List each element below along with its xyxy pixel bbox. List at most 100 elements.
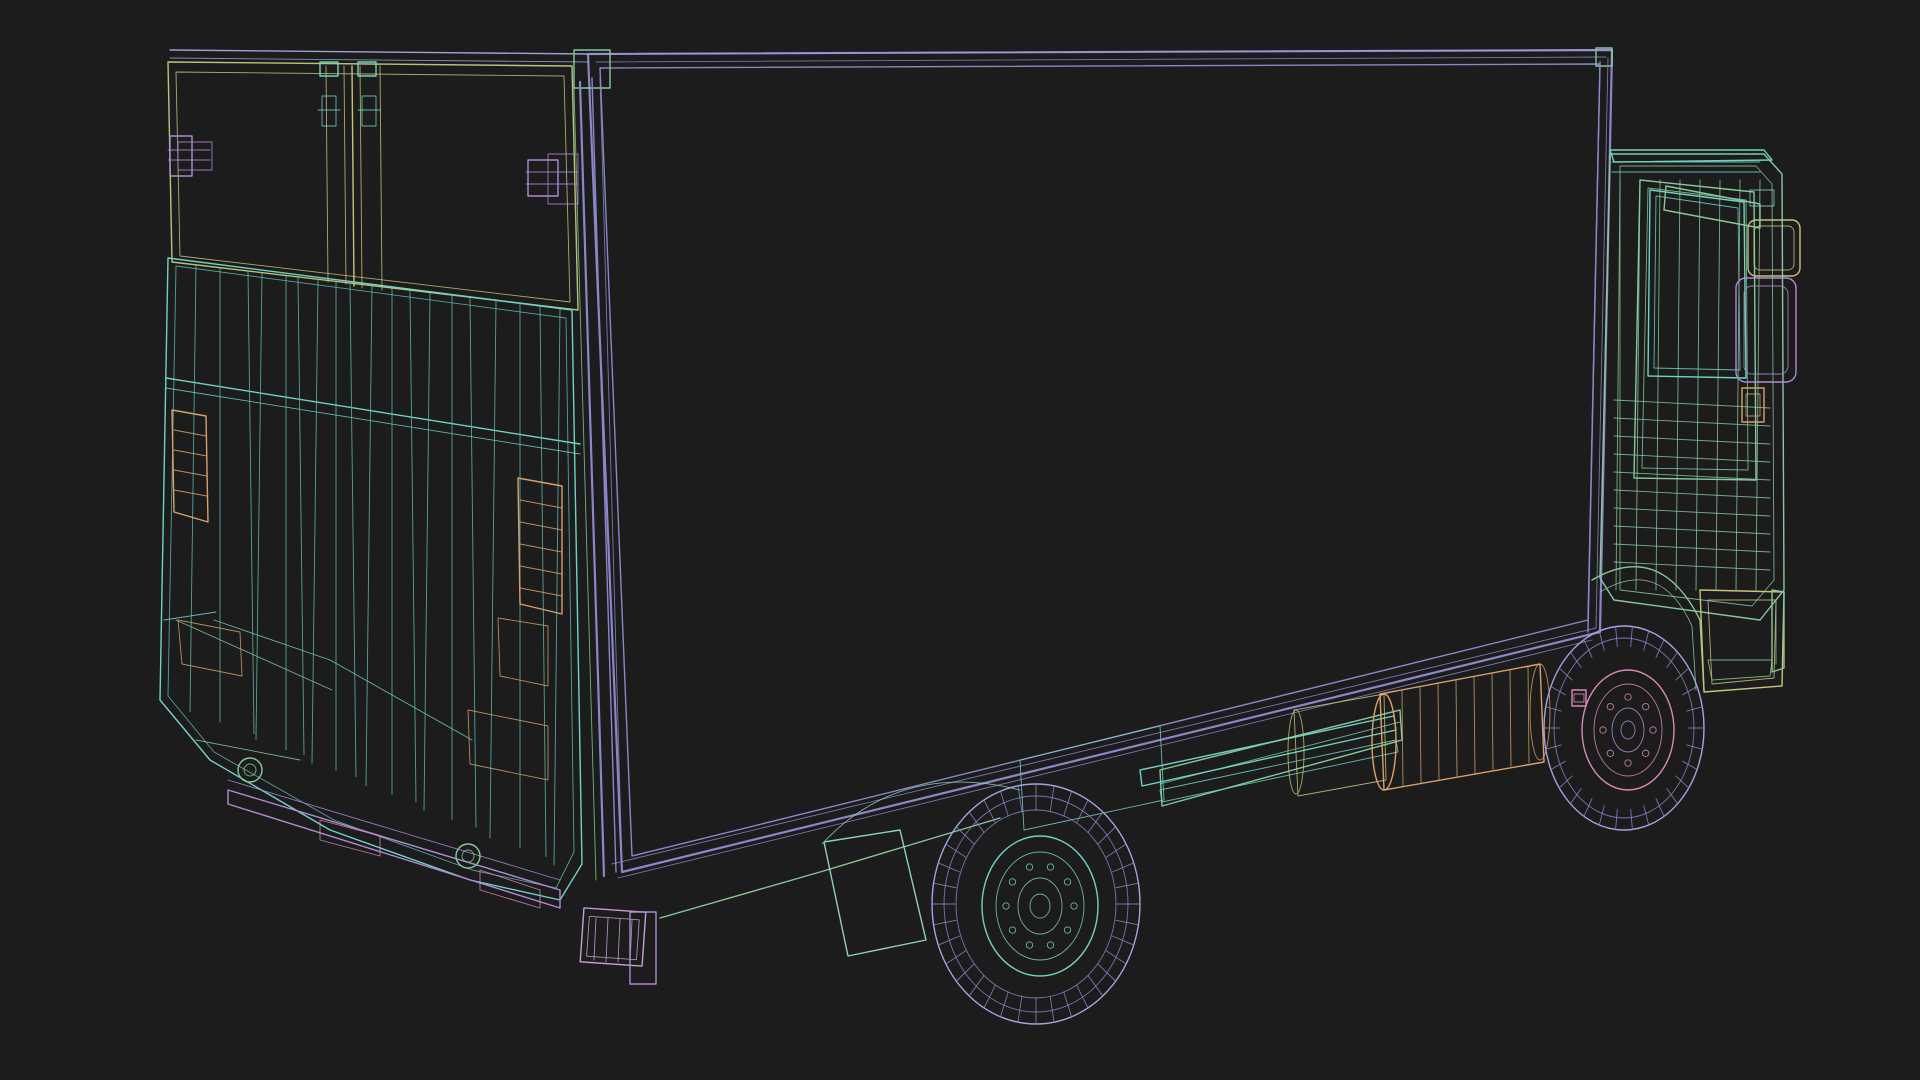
fuel-tank-rib: [1419, 686, 1422, 784]
tread-line: [1666, 651, 1678, 668]
lug-nut: [1599, 726, 1607, 734]
rear-wheel-lugs: [1002, 863, 1078, 949]
cargo-box-top-rail: [169, 47, 1613, 89]
tail-lift-rib: [539, 305, 547, 857]
cab-mesh-line: [1615, 179, 1621, 591]
tread-line: [1682, 760, 1698, 770]
tread-line: [1087, 975, 1104, 997]
tail-lift-rib: [553, 308, 561, 866]
tail-lift-rib: [349, 283, 357, 778]
side-marker-lamp: [1571, 689, 1587, 707]
rear-wheel: [931, 783, 1141, 1025]
tread-line: [1049, 995, 1055, 1023]
tread-line: [1570, 651, 1582, 668]
fuel-tank-rib: [1491, 673, 1494, 771]
tread-line: [1615, 808, 1618, 830]
fuel-tank-rib: [1473, 676, 1476, 774]
lug-nut: [1025, 863, 1034, 871]
tread-line: [1105, 843, 1127, 858]
lug-nut: [1642, 749, 1650, 757]
cargo-box-side: [586, 48, 1614, 879]
cab-mesh-line: [1675, 179, 1681, 591]
door-handle: [1741, 387, 1765, 423]
truck-wireframe-render: [159, 47, 1801, 1025]
tread-line: [1545, 706, 1562, 712]
cab-mesh-line: [1635, 179, 1641, 591]
tread-line: [1545, 744, 1562, 750]
tread-line: [983, 984, 996, 1009]
tread-line: [1630, 626, 1633, 648]
tread-line: [945, 950, 967, 965]
tread-line: [1615, 626, 1618, 648]
cab-roof-cap: [1609, 149, 1775, 207]
tread-line: [1682, 686, 1698, 696]
tread-line: [1643, 630, 1650, 651]
tread-line: [983, 799, 996, 824]
tail-lift-rib: [189, 264, 197, 713]
door-lock-rods: [317, 61, 381, 127]
rear-corner-post: [573, 77, 623, 881]
fuel-tank-rib: [1401, 690, 1404, 788]
tread-line: [955, 963, 975, 982]
lug-nut: [1606, 749, 1614, 757]
rear-wheel-tread: [931, 783, 1141, 1025]
tail-lift-rib: [247, 271, 255, 735]
tail-lift-rib: [409, 290, 417, 803]
lug-nut: [1046, 941, 1055, 949]
tread-line: [1570, 788, 1582, 805]
cab-mesh-line: [1613, 543, 1771, 553]
lug-nut: [1008, 878, 1017, 886]
lug-nut: [1046, 863, 1055, 871]
tread-line: [1097, 963, 1117, 982]
cab-mesh-line: [1715, 179, 1721, 591]
lug-nut: [1063, 878, 1072, 886]
cab-mesh-line: [1695, 179, 1701, 591]
chassis-rail: [659, 709, 1403, 919]
lug-nut: [1063, 926, 1072, 934]
tread-line: [1111, 862, 1135, 873]
fuel-tank-rib: [1455, 679, 1458, 777]
front-wheel-lugs: [1599, 693, 1657, 767]
fuel-tank-rib: [1437, 683, 1440, 781]
cab-mesh-line: [1613, 507, 1771, 517]
tread-line: [1017, 995, 1023, 1023]
lug-nut: [1624, 693, 1632, 701]
render-viewport: [0, 0, 1920, 1080]
lug-nut: [1070, 902, 1078, 910]
tread-line: [945, 843, 967, 858]
lug-nut: [1002, 902, 1010, 910]
tail-lift-ribs: [189, 264, 561, 866]
door-hinges: [167, 135, 579, 205]
rear-underride-bar: [195, 739, 561, 909]
tread-line: [968, 811, 985, 833]
front-wheel-tread: [1543, 626, 1705, 830]
tread-line: [1049, 785, 1055, 813]
tread-line: [1550, 760, 1566, 770]
tread-line: [1111, 935, 1135, 946]
tail-lift-rib: [489, 300, 497, 839]
cab-mesh-line: [1755, 179, 1761, 591]
tread-line: [1643, 805, 1650, 826]
tread-line: [937, 862, 961, 873]
tread-line: [1076, 984, 1089, 1009]
cab-window: [1647, 189, 1747, 379]
rear-lamp-cluster: [579, 907, 657, 985]
front-wheel: [1543, 625, 1705, 831]
fuel-tank-rib: [1509, 669, 1512, 767]
fuel-tank-rib: [1527, 666, 1530, 764]
tail-lift-rib: [311, 279, 319, 764]
side-guard: [1139, 715, 1399, 803]
tread-line: [1686, 744, 1703, 750]
cab-mesh-line: [1613, 561, 1771, 571]
lug-nut: [1624, 759, 1632, 767]
lug-nut: [1606, 703, 1614, 711]
side-mirror: [1663, 185, 1801, 383]
cab-step: [1591, 566, 1785, 693]
tread-line: [955, 826, 975, 845]
tail-lift-rib: [255, 272, 263, 741]
tread-line: [1076, 799, 1089, 824]
tread-line: [1630, 808, 1633, 830]
tread-line: [1097, 826, 1117, 845]
tread-line: [1598, 805, 1605, 826]
tread-line: [1105, 950, 1127, 965]
